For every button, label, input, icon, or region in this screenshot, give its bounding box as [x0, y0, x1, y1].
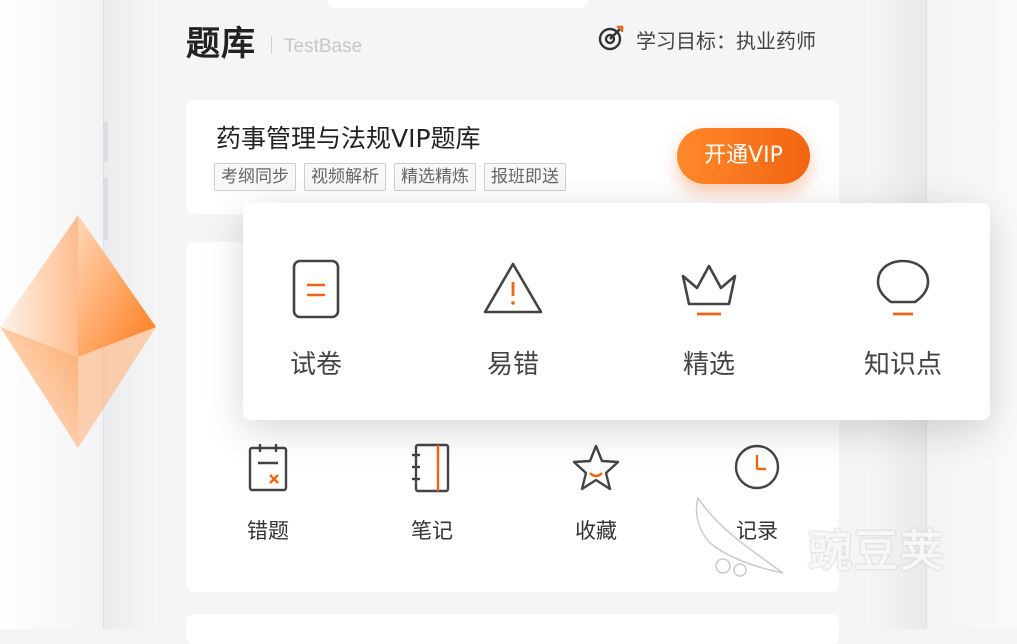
crown-icon [681, 264, 737, 316]
tool-label: 收藏 [575, 519, 617, 543]
wrong-clipboard-icon [248, 444, 288, 492]
vip-tags: 考纲同步 视频解析 精选精炼 报班即送 [214, 163, 566, 191]
star-icon [572, 444, 620, 491]
study-goal-selector[interactable]: 学习目标：执业药师 [636, 25, 816, 54]
phone-notch [328, 0, 588, 8]
practice-popup: 试卷 易错 精选 知识点 [243, 203, 990, 420]
popup-item-papers[interactable]: 试卷 [256, 258, 376, 381]
clock-icon [734, 444, 780, 490]
tool-favorites[interactable]: 收藏 [541, 443, 651, 545]
vip-tag: 考纲同步 [214, 163, 296, 191]
title-divider [271, 36, 272, 54]
phone-side-button [103, 122, 108, 162]
popup-item-label: 易错 [486, 350, 539, 380]
watermark-text: 豌豆荚 [808, 526, 946, 577]
open-vip-button[interactable]: 开通VIP [677, 128, 810, 184]
next-card [186, 614, 839, 644]
vip-tag: 视频解析 [304, 163, 386, 191]
popup-item-label: 试卷 [289, 350, 342, 380]
popup-item-knowledge-points[interactable]: 知识点 [843, 258, 963, 381]
notebook-icon [412, 443, 450, 493]
lightbulb-icon [876, 259, 930, 316]
popup-item-selected[interactable]: 精选 [649, 258, 769, 381]
vip-tag: 精选精炼 [394, 163, 476, 191]
popup-item-label: 精选 [682, 350, 735, 380]
popup-item-label: 知识点 [863, 350, 942, 380]
decorative-gem-icon [0, 215, 156, 448]
tool-notes[interactable]: 笔记 [377, 443, 487, 545]
warning-icon [483, 262, 543, 314]
page-subtitle: TestBase [284, 36, 363, 57]
vip-card-title: 药事管理与法规VIP题库 [216, 124, 481, 153]
tool-wrong-questions[interactable]: 错题 [213, 443, 323, 545]
target-icon[interactable] [598, 25, 624, 51]
document-icon [292, 259, 340, 319]
page-title: 题库 [186, 24, 256, 64]
tool-label: 笔记 [411, 519, 453, 543]
tool-label: 错题 [247, 519, 289, 543]
popup-item-error-prone[interactable]: 易错 [453, 258, 573, 381]
vip-tag: 报班即送 [484, 163, 566, 191]
